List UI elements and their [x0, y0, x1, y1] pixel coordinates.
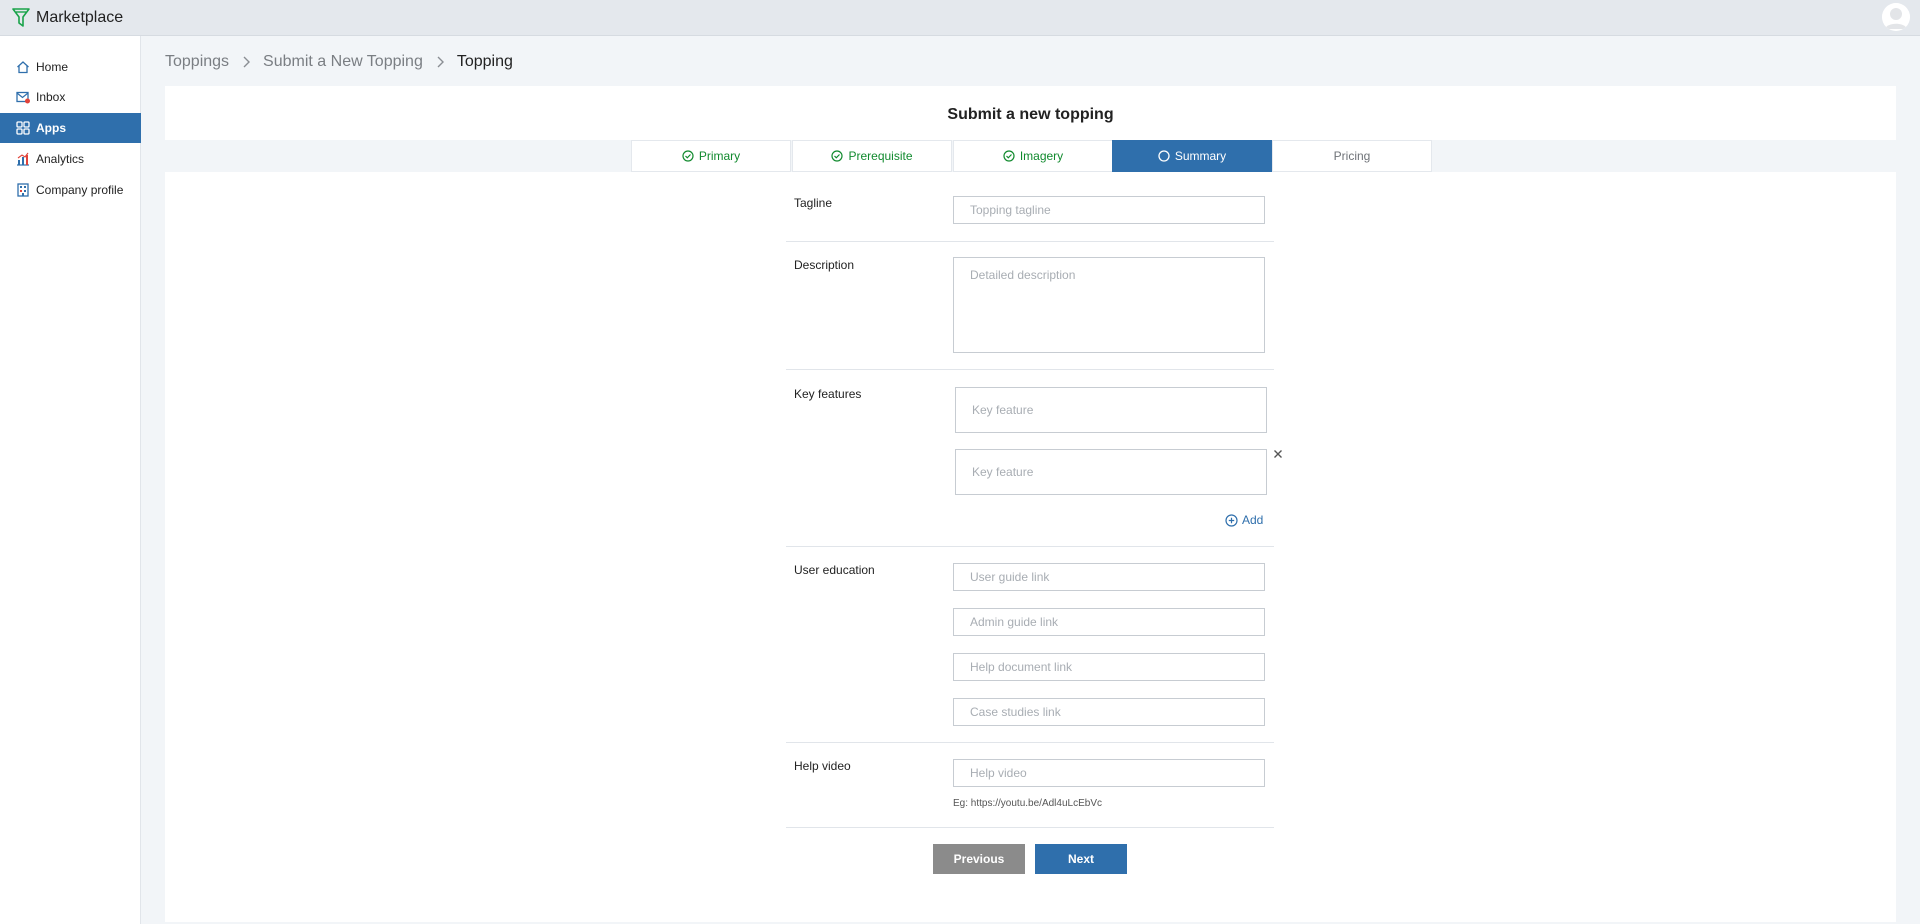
sidebar-item-company-profile[interactable]: Company profile	[0, 175, 141, 205]
sidebar-item-apps[interactable]: Apps	[0, 113, 141, 143]
plus-circle-icon	[1225, 513, 1238, 527]
marketplace-logo-icon	[12, 7, 30, 28]
breadcrumb: Toppings Submit a New Topping Topping	[165, 53, 513, 71]
help-video-label: Help video	[794, 759, 851, 773]
wizard-tabs: Primary Prerequisite Imagery Summary Pri…	[165, 140, 1896, 172]
divider	[786, 369, 1274, 370]
next-button[interactable]: Next	[1035, 844, 1127, 874]
previous-button[interactable]: Previous	[933, 844, 1025, 874]
key-feature-input-2[interactable]	[955, 449, 1267, 495]
user-education-label: User education	[794, 563, 875, 577]
description-label: Description	[794, 258, 855, 272]
analytics-icon	[16, 152, 30, 166]
help-video-input[interactable]	[953, 759, 1265, 787]
user-avatar[interactable]	[1882, 3, 1910, 31]
user-avatar-icon	[1882, 3, 1910, 31]
sidebar: Home Inbox Apps Analytics Company profil…	[0, 36, 141, 924]
tagline-input[interactable]	[953, 196, 1265, 224]
chevron-right-icon	[237, 53, 255, 71]
apps-grid-icon	[16, 121, 30, 135]
sidebar-item-label: Inbox	[36, 90, 66, 104]
sidebar-item-label: Analytics	[36, 152, 85, 166]
tab-label: Summary	[1174, 149, 1227, 163]
help-video-hint: Eg: https://youtu.be/Adl4uLcEbVc	[953, 798, 1102, 809]
tab-prerequisite[interactable]: Prerequisite	[792, 140, 952, 172]
brand[interactable]: Marketplace	[12, 7, 124, 28]
check-circle-icon	[831, 150, 844, 162]
description-textarea[interactable]	[953, 257, 1265, 353]
tab-summary[interactable]: Summary	[1112, 140, 1272, 172]
admin-guide-link-input[interactable]	[953, 608, 1265, 636]
sidebar-item-home[interactable]: Home	[0, 52, 141, 82]
divider	[786, 827, 1274, 828]
divider	[786, 241, 1274, 242]
inbox-icon	[16, 90, 30, 104]
breadcrumb-topping: Topping	[456, 53, 513, 70]
divider	[786, 742, 1274, 743]
tab-label: Imagery	[1019, 149, 1064, 163]
sidebar-item-label: Apps	[36, 121, 66, 135]
add-label: Add	[1242, 513, 1264, 527]
tab-pricing[interactable]: Pricing	[1272, 140, 1432, 172]
tab-label: Pricing	[1333, 149, 1371, 163]
tab-label: Prerequisite	[848, 149, 913, 163]
remove-key-feature-close-icon[interactable]	[1272, 448, 1284, 460]
key-feature-input-1[interactable]	[955, 387, 1267, 433]
case-studies-link-input[interactable]	[953, 698, 1265, 726]
sidebar-item-inbox[interactable]: Inbox	[0, 82, 141, 112]
tab-primary[interactable]: Primary	[631, 140, 791, 172]
key-features-label: Key features	[794, 387, 862, 401]
breadcrumb-toppings[interactable]: Toppings	[165, 53, 229, 71]
circle-icon	[1158, 150, 1170, 162]
breadcrumb-submit-new-topping[interactable]: Submit a New Topping	[263, 53, 423, 71]
check-circle-icon	[1003, 150, 1015, 162]
divider	[786, 546, 1274, 547]
sidebar-item-analytics[interactable]: Analytics	[0, 144, 141, 174]
chevron-right-icon	[431, 53, 449, 71]
form-title: Submit a new topping	[947, 106, 1114, 123]
app-title: Marketplace	[36, 8, 124, 26]
company-icon	[16, 183, 30, 197]
form-header: Submit a new topping	[165, 86, 1896, 140]
home-icon	[16, 60, 30, 74]
sidebar-item-label: Home	[36, 60, 69, 74]
top-bar: Marketplace	[0, 0, 1920, 36]
tagline-label: Tagline	[794, 196, 833, 210]
sidebar-item-label: Company profile	[36, 183, 124, 197]
add-key-feature-button[interactable]: Add	[1225, 513, 1263, 527]
user-guide-link-input[interactable]	[953, 563, 1265, 591]
help-document-link-input[interactable]	[953, 653, 1265, 681]
tab-imagery[interactable]: Imagery	[953, 140, 1113, 172]
check-circle-icon	[682, 150, 694, 162]
tab-label: Primary	[698, 149, 741, 163]
